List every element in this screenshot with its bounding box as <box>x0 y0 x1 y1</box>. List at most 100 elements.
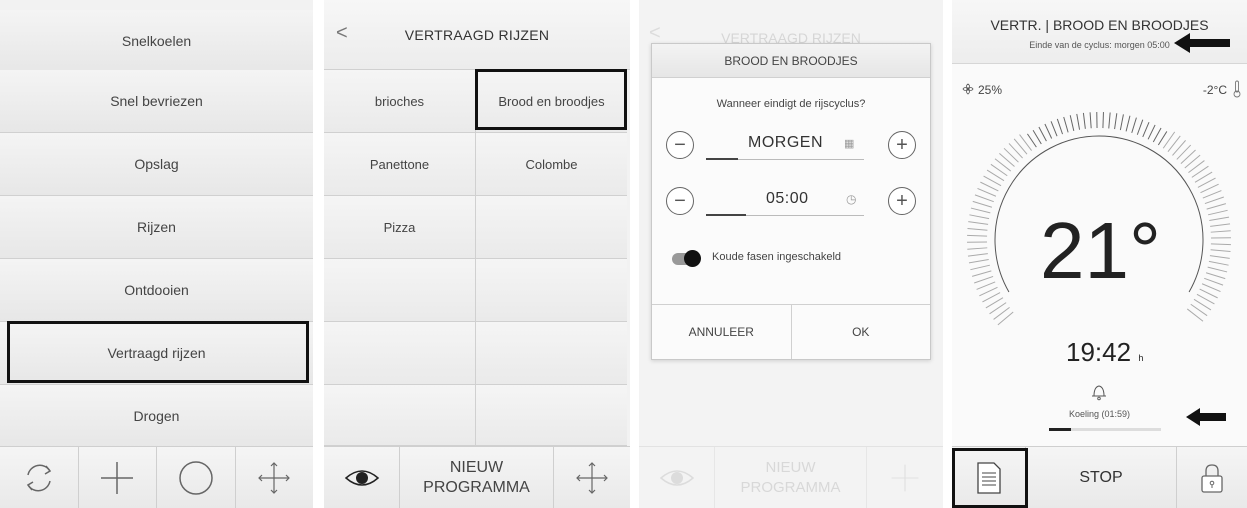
program-label: Brood en broodjes <box>498 93 605 109</box>
program-label: Colombe <box>525 156 578 172</box>
menu-item-vertraagd-rijzen[interactable]: Vertraagd rijzen <box>0 322 313 385</box>
menu-item-label: Snel bevriezen <box>110 93 203 109</box>
grid-divider <box>475 70 476 446</box>
menu-item-label: Drogen <box>133 408 180 424</box>
dial-tick <box>1210 230 1231 233</box>
program-empty[interactable] <box>476 196 627 259</box>
menu-item-snel-bevriezen[interactable]: Snel bevriezen <box>0 70 313 133</box>
current-time: 19:42 h <box>1066 337 1143 368</box>
dial-tick <box>1205 272 1226 280</box>
dial-tick <box>1063 116 1069 133</box>
dialog-buttons: ANNULEER OK <box>652 304 930 359</box>
dialog-question: Wanneer eindigt de rijscyclus? <box>716 98 866 110</box>
document-icon <box>976 461 1001 494</box>
time-value: 19:42 <box>1066 337 1132 367</box>
cooling-progress-fill <box>1049 428 1071 431</box>
refresh-icon <box>26 464 51 491</box>
menu-item-opslag[interactable]: Opslag <box>0 133 313 196</box>
menu-item-label: Rijzen <box>137 219 176 235</box>
ghost-new-program: NIEUW PROGRAMMA <box>715 447 867 508</box>
menu-item-label: Opslag <box>134 156 179 172</box>
program-empty[interactable] <box>476 385 627 446</box>
dial-tick <box>977 187 997 197</box>
new-program-button[interactable]: NIEUW PROGRAMMA <box>400 447 554 508</box>
menu-item-drogen[interactable]: Drogen <box>0 385 313 448</box>
arrow-indicator-cooling <box>1186 408 1226 426</box>
cold-phases-toggle[interactable] <box>672 250 701 267</box>
time-unit: h <box>1138 353 1144 363</box>
day-increment-button[interactable]: + <box>888 131 916 159</box>
time-decrement-button[interactable]: − <box>666 187 694 215</box>
program-brioches[interactable]: brioches <box>324 70 475 133</box>
program-panettone[interactable]: Panettone <box>324 133 475 196</box>
program-empty[interactable] <box>324 385 475 446</box>
dial-tick <box>1180 149 1196 164</box>
cancel-button[interactable]: ANNULEER <box>652 305 792 359</box>
circle-button[interactable] <box>157 447 236 508</box>
dial-tick <box>1200 183 1219 194</box>
program-empty[interactable] <box>476 259 627 322</box>
day-track-fill <box>706 158 738 160</box>
time-track-fill <box>706 214 746 216</box>
dial-tick <box>1125 115 1131 132</box>
time-stepper: − 05:00 ◷ + <box>666 187 916 219</box>
dial-tick <box>1204 277 1224 286</box>
day-decrement-button[interactable]: − <box>666 131 694 159</box>
plus-icon <box>101 461 134 494</box>
dial-tick <box>1050 121 1058 137</box>
page-title: VERTRAAGD RIJZEN <box>404 26 550 43</box>
stop-button[interactable]: STOP <box>1026 447 1177 508</box>
lock-button[interactable] <box>1177 447 1247 508</box>
view-button[interactable] <box>324 447 400 508</box>
program-empty[interactable] <box>324 322 475 385</box>
move-button[interactable] <box>236 447 314 508</box>
refresh-button[interactable] <box>0 447 79 508</box>
dialog-screen: < VERTRAAGD RIJZEN NIEUW PROGRAMMA BROOD… <box>639 0 943 508</box>
program-empty[interactable] <box>324 259 475 322</box>
dial-tick <box>1204 196 1224 205</box>
eye-icon <box>344 469 379 486</box>
lock-icon <box>1201 463 1223 493</box>
menu-item-label: Vertraagd rijzen <box>107 345 206 361</box>
menu-item-label: Snelkoelen <box>121 33 192 49</box>
dial-tick <box>974 194 994 203</box>
program-empty[interactable] <box>476 322 627 385</box>
add-button[interactable] <box>79 447 157 508</box>
dial-tick <box>1208 209 1228 216</box>
dial-tick <box>1056 118 1064 135</box>
menu-item-snelkoelen[interactable]: Snelkoelen <box>0 10 313 73</box>
dial-tick <box>1136 119 1144 135</box>
dial-tick <box>967 227 988 231</box>
program-label: Panettone <box>369 156 430 172</box>
dialog-title: BROOD EN BROODJES <box>652 44 930 78</box>
menu-item-rijzen[interactable]: Rijzen <box>0 196 313 259</box>
menu-item-ontdooien[interactable]: Ontdooien <box>0 259 313 322</box>
dial-tick <box>1210 249 1231 253</box>
dial-tick <box>1209 255 1230 259</box>
program-colombe[interactable]: Colombe <box>476 133 627 196</box>
new-program-line2: PROGRAMMA <box>423 478 530 496</box>
program-pizza[interactable]: Pizza <box>324 196 475 259</box>
back-button[interactable]: < <box>336 22 348 45</box>
circle-icon <box>179 460 213 495</box>
time-increment-button[interactable]: + <box>888 187 916 215</box>
cycle-screen: VERTR. | BROOD EN BROODJES Einde van de … <box>952 0 1247 508</box>
dial-tick <box>1076 113 1081 130</box>
ok-button[interactable]: OK <box>792 305 931 359</box>
program-brood-en-broodjes[interactable]: Brood en broodjes <box>476 70 627 133</box>
minus-icon: − <box>674 190 686 212</box>
plus-icon: + <box>896 134 908 156</box>
dial-tick <box>1003 147 1019 163</box>
dial-tick <box>967 253 988 257</box>
menu-screen: Snelkoelen Snel bevriezen Opslag Rijzen … <box>0 0 313 508</box>
dial-tick <box>1119 114 1124 131</box>
new-program-label: NIEUW PROGRAMMA <box>423 458 530 498</box>
move-button[interactable] <box>554 447 630 508</box>
day-stepper: − MORGEN ▦ + <box>666 131 916 163</box>
cycle-toolbar: STOP <box>952 446 1247 508</box>
document-button[interactable] <box>952 447 1026 508</box>
dial-tick <box>1044 123 1053 139</box>
dial-tick <box>1108 112 1111 129</box>
menu-item-label: Ontdooien <box>124 282 189 298</box>
new-program-line1: NIEUW <box>449 458 504 476</box>
